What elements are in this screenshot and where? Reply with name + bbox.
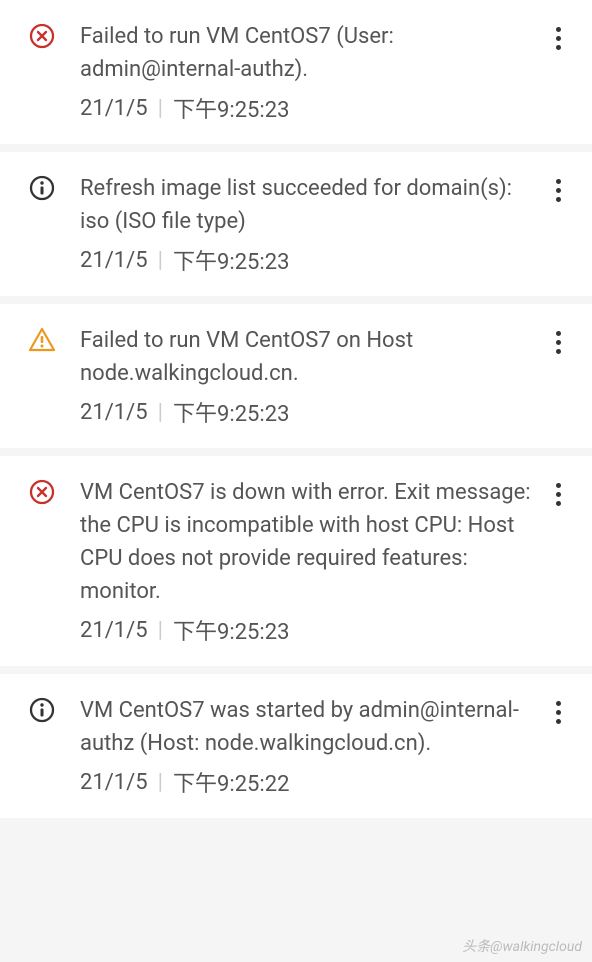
watermark: 头条@walkingcloud	[462, 936, 582, 956]
notification-message: Failed to run VM CentOS7 (User: admin@in…	[80, 20, 540, 86]
timestamp-divider: |	[158, 618, 163, 643]
timestamp-time: 下午9:25:23	[173, 614, 289, 646]
notification-item[interactable]: Failed to run VM CentOS7 (User: admin@in…	[0, 0, 592, 144]
notification-list: Failed to run VM CentOS7 (User: admin@in…	[0, 0, 592, 818]
notification-message: VM CentOS7 is down with error. Exit mess…	[80, 476, 540, 608]
notification-content: VM CentOS7 was started by admin@internal…	[80, 694, 540, 798]
timestamp-date: 21/1/5	[80, 96, 148, 121]
timestamp-divider: |	[158, 96, 163, 121]
notification-content: Refresh image list succeeded for domain(…	[80, 172, 540, 276]
notification-content: VM CentOS7 is down with error. Exit mess…	[80, 476, 540, 646]
kebab-menu-icon[interactable]	[544, 480, 572, 508]
notification-timestamp: 21/1/5 | 下午9:25:23	[80, 614, 540, 646]
notification-content: Failed to run VM CentOS7 on Host node.wa…	[80, 324, 540, 428]
error-icon	[28, 478, 56, 506]
timestamp-divider: |	[158, 770, 163, 795]
kebab-menu-icon[interactable]	[544, 176, 572, 204]
notification-timestamp: 21/1/5 | 下午9:25:23	[80, 244, 540, 276]
notification-content: Failed to run VM CentOS7 (User: admin@in…	[80, 20, 540, 124]
kebab-menu-icon[interactable]	[544, 328, 572, 356]
timestamp-time: 下午9:25:22	[173, 766, 289, 798]
timestamp-date: 21/1/5	[80, 248, 148, 273]
timestamp-time: 下午9:25:23	[173, 92, 289, 124]
kebab-menu-icon[interactable]	[544, 698, 572, 726]
notification-item[interactable]: VM CentOS7 is down with error. Exit mess…	[0, 456, 592, 666]
notification-timestamp: 21/1/5 | 下午9:25:23	[80, 92, 540, 124]
notification-message: Refresh image list succeeded for domain(…	[80, 172, 540, 238]
timestamp-date: 21/1/5	[80, 618, 148, 643]
warning-icon	[28, 326, 56, 354]
error-icon	[28, 22, 56, 50]
notification-item[interactable]: Failed to run VM CentOS7 on Host node.wa…	[0, 304, 592, 448]
timestamp-date: 21/1/5	[80, 400, 148, 425]
notification-item[interactable]: Refresh image list succeeded for domain(…	[0, 152, 592, 296]
info-icon	[28, 174, 56, 202]
info-icon	[28, 696, 56, 724]
timestamp-time: 下午9:25:23	[173, 244, 289, 276]
notification-timestamp: 21/1/5 | 下午9:25:22	[80, 766, 540, 798]
timestamp-divider: |	[158, 400, 163, 425]
kebab-menu-icon[interactable]	[544, 24, 572, 52]
timestamp-divider: |	[158, 248, 163, 273]
timestamp-time: 下午9:25:23	[173, 396, 289, 428]
timestamp-date: 21/1/5	[80, 770, 148, 795]
notification-message: Failed to run VM CentOS7 on Host node.wa…	[80, 324, 540, 390]
notification-item[interactable]: VM CentOS7 was started by admin@internal…	[0, 674, 592, 818]
notification-timestamp: 21/1/5 | 下午9:25:23	[80, 396, 540, 428]
notification-message: VM CentOS7 was started by admin@internal…	[80, 694, 540, 760]
